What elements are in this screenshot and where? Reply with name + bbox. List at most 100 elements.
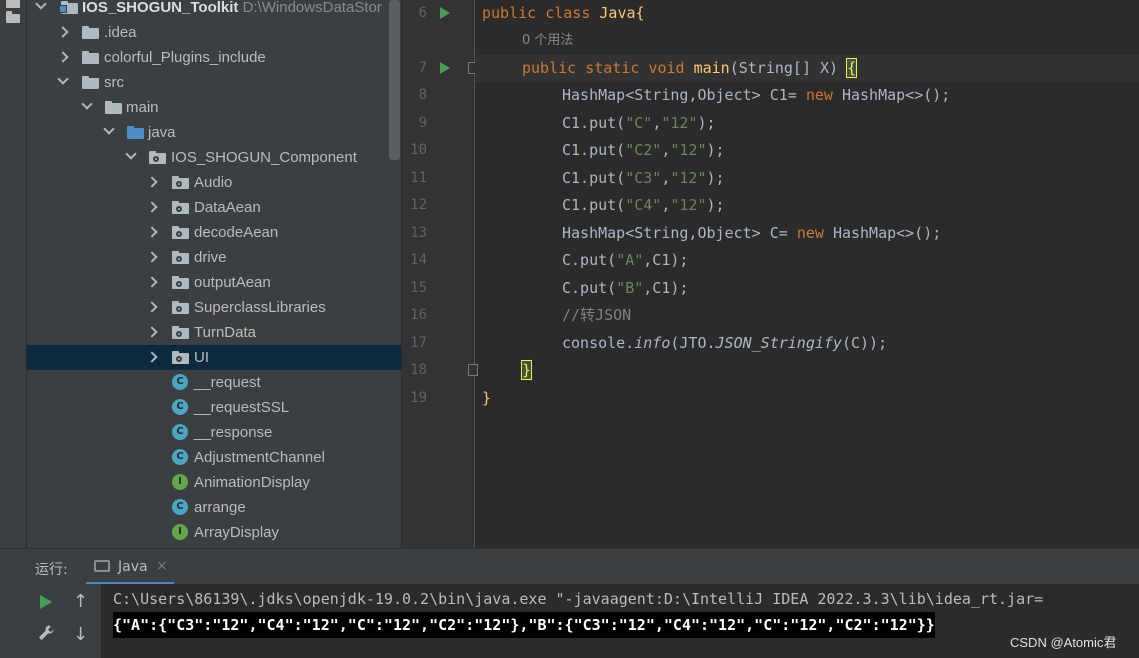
tree-item-request[interactable]: C __request bbox=[27, 370, 401, 395]
run-main-icon[interactable] bbox=[440, 62, 450, 74]
matched-brace: { bbox=[846, 58, 858, 78]
wrench-icon[interactable] bbox=[37, 624, 55, 647]
rerun-icon[interactable] bbox=[40, 595, 52, 609]
project-tool-icon[interactable] bbox=[6, 0, 20, 8]
tree-item-outputaean[interactable]: outputAean bbox=[27, 270, 401, 295]
bottom-tool-strip bbox=[0, 584, 27, 658]
tree-item-animationdisplay[interactable]: I AnimationDisplay bbox=[27, 470, 401, 495]
close-icon[interactable]: × bbox=[156, 558, 168, 574]
run-tab-label: Java bbox=[118, 559, 148, 575]
interface-icon: I bbox=[172, 474, 188, 490]
chevron-down-icon[interactable] bbox=[81, 98, 93, 110]
fold-marker-icon[interactable] bbox=[468, 364, 478, 376]
line-number: 12 bbox=[410, 197, 427, 213]
tree-item-ui[interactable]: UI bbox=[27, 345, 401, 370]
tree-item-label: __requestSSL bbox=[194, 399, 290, 416]
chevron-right-icon[interactable] bbox=[146, 176, 158, 188]
tree-item-label: TurnData bbox=[194, 324, 256, 341]
run-class-icon[interactable] bbox=[440, 7, 450, 19]
tree-item-label: decodeAean bbox=[194, 224, 279, 241]
chevron-right-icon[interactable] bbox=[146, 326, 158, 338]
tree-item-dataaean[interactable]: DataAean bbox=[27, 195, 401, 220]
class-icon: C bbox=[172, 499, 188, 515]
tree-item-label: DataAean bbox=[194, 199, 261, 216]
tree-item-label: main bbox=[126, 99, 159, 116]
tree-item-label: colorful_Plugins_include bbox=[104, 49, 266, 66]
tree-item-adjustmentchannel[interactable]: C AdjustmentChannel bbox=[27, 445, 401, 470]
tree-item-label: Audio bbox=[194, 174, 233, 191]
tree-item-label: arrange bbox=[194, 499, 246, 516]
tree-item-src[interactable]: src bbox=[27, 70, 401, 95]
tree-item-decodeaean[interactable]: decodeAean bbox=[27, 220, 401, 245]
project-root-name: IOS_SHOGUN_Toolkit bbox=[82, 0, 239, 16]
tree-item-label: AnimationDisplay bbox=[194, 474, 310, 491]
class-icon: C bbox=[172, 449, 188, 465]
tree-item-requestssl[interactable]: C __requestSSL bbox=[27, 395, 401, 420]
code-line-8: HashMap<String,Object> C1= new HashMap<>… bbox=[562, 86, 951, 104]
tree-item-label: SuperclassLibraries bbox=[194, 299, 326, 316]
console-command-line: C:\Users\86139\.jdks\openjdk-19.0.2\bin\… bbox=[113, 590, 1044, 608]
line-number: 11 bbox=[410, 170, 427, 186]
tree-root-row[interactable]: IOS_SHOGUN_Toolkit D:\WindowsDataStor bbox=[27, 0, 401, 20]
package-icon bbox=[172, 351, 189, 364]
tree-item-label: ArrayDisplay bbox=[194, 524, 280, 541]
package-icon bbox=[149, 151, 166, 164]
run-tab-java[interactable]: Java × bbox=[86, 549, 174, 585]
console-output[interactable]: C:\Users\86139\.jdks\openjdk-19.0.2\bin\… bbox=[101, 584, 1139, 658]
package-icon bbox=[172, 226, 189, 239]
chevron-right-icon[interactable] bbox=[57, 51, 69, 63]
chevron-down-icon[interactable] bbox=[103, 123, 115, 135]
code-line-14: C.put("A",C1); bbox=[562, 251, 689, 269]
chevron-right-icon[interactable] bbox=[146, 226, 158, 238]
folder-icon bbox=[105, 101, 122, 114]
package-icon bbox=[172, 251, 189, 264]
code-line-10: C1.put("C2","12"); bbox=[562, 141, 725, 159]
tree-item-label: __request bbox=[194, 374, 261, 391]
folder-icon bbox=[82, 51, 99, 64]
chevron-down-icon[interactable] bbox=[57, 73, 69, 85]
interface-icon: I bbox=[172, 524, 188, 540]
project-scrollbar[interactable] bbox=[389, 0, 400, 160]
code-line-16: //转JSON bbox=[562, 306, 632, 324]
tree-item-component[interactable]: IOS_SHOGUN_Component bbox=[27, 145, 401, 170]
project-root-path: D:\WindowsDataStor bbox=[242, 0, 382, 16]
tree-item-response[interactable]: C __response bbox=[27, 420, 401, 445]
scroll-up-icon[interactable]: ↑ bbox=[73, 591, 88, 612]
chevron-right-icon[interactable] bbox=[146, 276, 158, 288]
code-line-12: C1.put("C4","12"); bbox=[562, 196, 725, 214]
tree-item-arraydisplay[interactable]: I ArrayDisplay bbox=[27, 520, 401, 545]
line-number: 18 bbox=[410, 362, 427, 378]
chevron-right-icon[interactable] bbox=[146, 201, 158, 213]
tree-item-turndata[interactable]: TurnData bbox=[27, 320, 401, 345]
chevron-right-icon[interactable] bbox=[57, 26, 69, 38]
tree-item-idea[interactable]: .idea bbox=[27, 20, 401, 45]
tree-item-label: UI bbox=[194, 349, 209, 366]
tree-item-java[interactable]: java bbox=[27, 120, 401, 145]
chevron-right-icon[interactable] bbox=[146, 351, 158, 363]
tree-item-arrange[interactable]: C arrange bbox=[27, 495, 401, 520]
tree-item-main[interactable]: main bbox=[27, 95, 401, 120]
code-line-11: C1.put("C3","12"); bbox=[562, 169, 725, 187]
tree-item-drive[interactable]: drive bbox=[27, 245, 401, 270]
tree-item-colorful-plugins[interactable]: colorful_Plugins_include bbox=[27, 45, 401, 70]
chevron-down-icon[interactable] bbox=[125, 148, 137, 160]
chevron-right-icon[interactable] bbox=[146, 301, 158, 313]
usages-hint[interactable]: 0 个用法 bbox=[522, 27, 573, 54]
line-number: 7 bbox=[418, 60, 427, 76]
watermark: CSDN @Atomic君 bbox=[1010, 635, 1117, 650]
code-line-15: C.put("B",C1); bbox=[562, 279, 689, 297]
tree-item-label: __response bbox=[194, 424, 273, 441]
scroll-down-icon[interactable]: ↓ bbox=[73, 624, 88, 645]
line-number: 9 bbox=[418, 115, 427, 131]
line-number: 13 bbox=[410, 225, 427, 241]
tree-item-label: IOS_SHOGUN_Component bbox=[171, 149, 357, 166]
tree-item-label: drive bbox=[194, 249, 227, 266]
line-number: 8 bbox=[418, 87, 427, 103]
tree-item-audio[interactable]: Audio bbox=[27, 170, 401, 195]
chevron-right-icon[interactable] bbox=[146, 251, 158, 263]
tree-item-superclasslibraries[interactable]: SuperclassLibraries bbox=[27, 295, 401, 320]
package-icon bbox=[172, 301, 189, 314]
code-line-7: public static void main(String[] X) { bbox=[475, 55, 1139, 82]
chevron-down-icon[interactable] bbox=[35, 0, 47, 10]
folder-tool-icon[interactable] bbox=[6, 11, 20, 23]
